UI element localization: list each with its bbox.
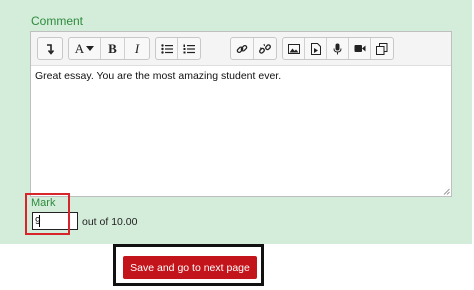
resize-grip-icon[interactable] [442,187,450,195]
manage-files-icon [376,42,388,55]
comment-editor[interactable]: A B I Great essay. You are the most amaz… [30,31,452,197]
expand-toolbar-button[interactable] [38,38,62,59]
editor-toolbar: A B I [31,32,451,66]
bold-button[interactable]: B [101,38,125,59]
ordered-list-icon [183,44,195,53]
mark-max-text: out of 10.00 [82,216,138,228]
mark-label: Mark [31,197,56,209]
italic-button[interactable]: I [125,38,149,59]
toolbar-group-lists [155,37,201,60]
toolbar-group-text: A B I [68,37,150,60]
record-audio-button[interactable] [327,38,349,59]
record-video-button[interactable] [349,38,371,59]
link-button[interactable] [231,38,254,59]
image-icon [287,43,300,54]
grading-panel: Comment A B I Great essay. You are the m… [0,0,472,244]
unlink-button[interactable] [254,38,276,59]
comment-text: Great essay. You are the most amazing st… [35,70,282,82]
font-size-button[interactable]: A [69,38,101,59]
toolbar-group-media [282,37,394,60]
media-button[interactable] [305,38,327,59]
chevron-down-icon [86,45,95,51]
record-video-icon [354,45,365,52]
unordered-list-button[interactable] [156,38,178,59]
font-size-icon: A [74,40,85,56]
comment-label: Comment [31,14,84,28]
italic-icon: I [134,40,140,56]
media-icon [310,42,321,55]
toolbar-group-links [230,37,277,60]
toolbar-group-expand [37,37,63,60]
save-and-next-button[interactable]: Save and go to next page [123,256,257,279]
record-audio-icon [333,43,342,54]
image-button[interactable] [283,38,305,59]
link-icon [236,44,248,53]
unlink-icon [258,43,271,54]
ordered-list-button[interactable] [178,38,200,59]
unordered-list-icon [160,43,173,54]
expand-toolbar-icon [47,43,55,55]
manage-files-button[interactable] [371,38,393,59]
bold-icon: B [108,40,117,56]
text-caret [39,215,40,227]
